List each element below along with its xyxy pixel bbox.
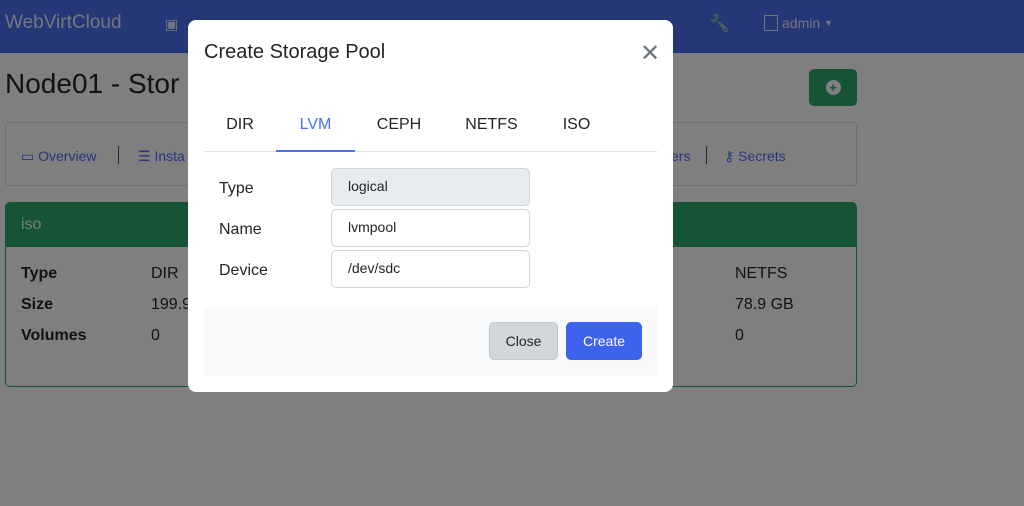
close-button[interactable]: Close bbox=[489, 322, 558, 360]
tab-ceph[interactable]: CEPH bbox=[355, 110, 443, 152]
modal-footer: Close Create bbox=[204, 307, 658, 376]
name-label: Name bbox=[219, 221, 262, 238]
tab-lvm[interactable]: LVM bbox=[276, 110, 355, 152]
type-label: Type bbox=[219, 180, 254, 197]
modal-title: Create Storage Pool bbox=[204, 41, 386, 63]
close-icon[interactable]: ✕ bbox=[640, 39, 660, 68]
create-button[interactable]: Create bbox=[566, 322, 642, 360]
type-field: logical bbox=[331, 168, 530, 206]
create-storage-pool-modal: Create Storage Pool ✕ DIR LVM CEPH NETFS… bbox=[188, 20, 673, 392]
tab-netfs[interactable]: NETFS bbox=[443, 110, 540, 152]
name-input[interactable]: lvmpool bbox=[331, 209, 530, 247]
tab-iso[interactable]: ISO bbox=[540, 110, 613, 152]
tab-dir[interactable]: DIR bbox=[204, 110, 276, 152]
device-label: Device bbox=[219, 262, 268, 279]
pool-type-tabs: DIR LVM CEPH NETFS ISO bbox=[204, 110, 657, 152]
device-input[interactable]: /dev/sdc bbox=[331, 250, 530, 288]
